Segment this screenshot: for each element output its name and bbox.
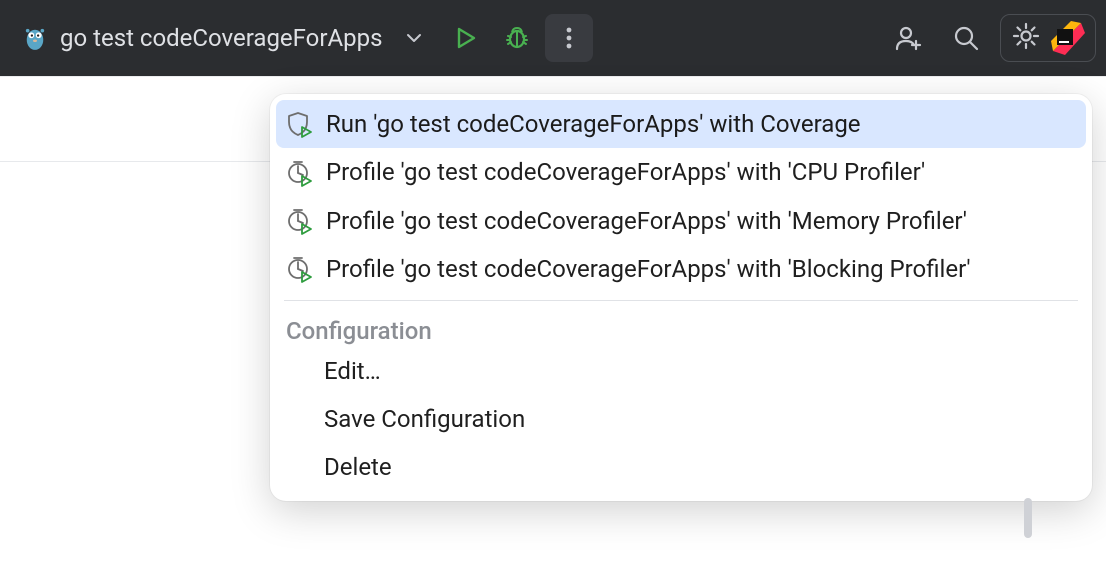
menu-item-run-with-coverage[interactable]: Run 'go test codeCoverageForApps' with C… — [276, 100, 1086, 148]
toolbar-left: go test codeCoverageForApps — [10, 14, 593, 62]
search-everywhere-button[interactable] — [942, 14, 990, 62]
menu-section-title: Configuration — [270, 307, 1092, 347]
menu-item-label: Profile 'go test codeCoverageForApps' wi… — [326, 156, 1072, 188]
run-config-label: go test codeCoverageForApps — [60, 24, 383, 52]
play-icon — [452, 25, 478, 51]
menu-item-edit-config[interactable]: Edit… — [270, 347, 1092, 395]
run-more-actions-menu: Run 'go test codeCoverageForApps' with C… — [270, 94, 1092, 501]
menu-item-profile-memory[interactable]: Profile 'go test codeCoverageForApps' wi… — [270, 197, 1092, 245]
run-button[interactable] — [441, 14, 489, 62]
toolbar: go test codeCoverageForApps — [0, 0, 1106, 76]
menu-item-label: Run 'go test codeCoverageForApps' with C… — [326, 108, 1072, 140]
profiler-run-icon — [286, 255, 314, 283]
code-with-me-button[interactable] — [884, 14, 932, 62]
debug-button[interactable] — [493, 14, 541, 62]
jetbrains-logo-icon[interactable] — [1051, 21, 1085, 55]
menu-item-save-config[interactable]: Save Configuration — [270, 395, 1092, 443]
more-actions-button[interactable] — [545, 14, 593, 62]
settings-button[interactable] — [1011, 21, 1041, 55]
menu-item-profile-cpu[interactable]: Profile 'go test codeCoverageForApps' wi… — [270, 148, 1092, 196]
bug-icon — [503, 24, 531, 52]
run-config-selector[interactable]: go test codeCoverageForApps — [10, 17, 437, 59]
profiler-run-icon — [286, 207, 314, 235]
vertical-scrollbar-thumb[interactable] — [1024, 498, 1032, 538]
gear-icon — [1011, 21, 1041, 51]
menu-item-label: Profile 'go test codeCoverageForApps' wi… — [326, 205, 1072, 237]
ide-settings-group — [1000, 14, 1096, 62]
person-add-icon — [893, 23, 923, 53]
menu-item-profile-blocking[interactable]: Profile 'go test codeCoverageForApps' wi… — [270, 245, 1092, 293]
gopher-icon — [24, 23, 46, 53]
coverage-run-icon — [286, 110, 314, 138]
menu-item-delete-config[interactable]: Delete — [270, 443, 1092, 491]
profiler-run-icon — [286, 159, 314, 187]
toolbar-right — [884, 14, 1096, 62]
chevron-down-icon — [405, 29, 423, 47]
menu-item-label: Profile 'go test codeCoverageForApps' wi… — [326, 253, 1072, 285]
search-icon — [952, 24, 980, 52]
vertical-ellipsis-icon — [559, 24, 579, 52]
menu-separator — [284, 300, 1078, 301]
